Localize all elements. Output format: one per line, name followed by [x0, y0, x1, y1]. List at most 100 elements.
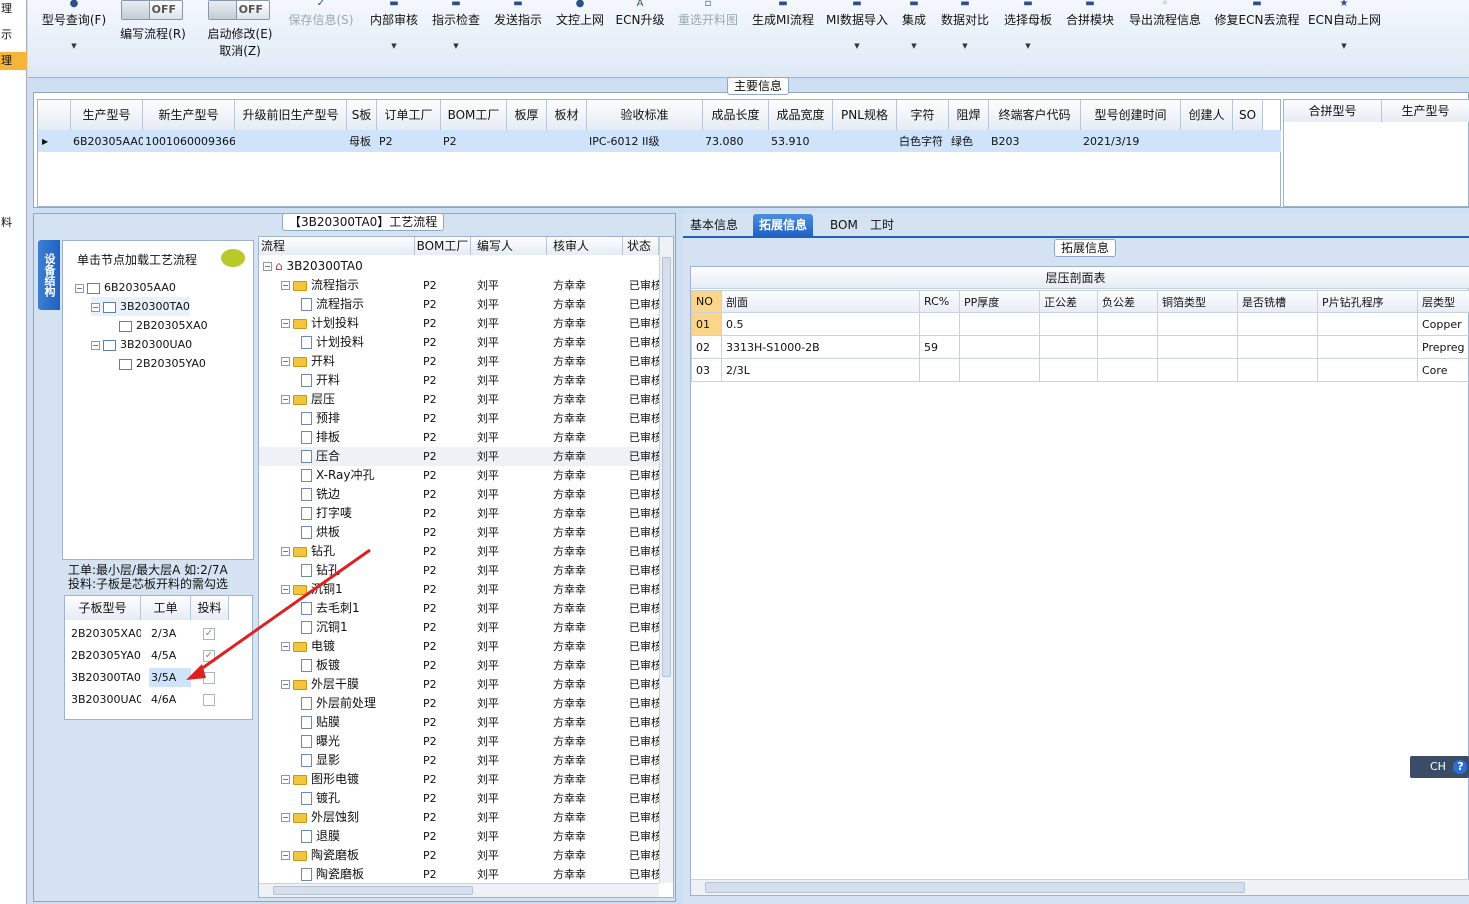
- bom-factory-cell[interactable]: P2: [421, 789, 481, 808]
- reviewer-cell[interactable]: 方幸幸: [551, 409, 611, 428]
- help-icon[interactable]: ?: [1453, 760, 1468, 774]
- writer-cell[interactable]: 刘平: [475, 732, 535, 751]
- production-model-header[interactable]: 生产型号: [71, 100, 143, 130]
- bom-factory-cell[interactable]: P2: [421, 675, 481, 694]
- bom-factory-cell[interactable]: P2: [421, 333, 481, 352]
- reviewer-cell[interactable]: 方幸幸: [551, 523, 611, 542]
- writer-column-header[interactable]: 编写人: [471, 237, 547, 255]
- flow-root[interactable]: − ⌂ 3B20300TA0: [263, 257, 363, 276]
- table-row[interactable]: 02 3313H-S1000-2B 59 Prepreg: [691, 335, 1469, 359]
- character-header[interactable]: 字符: [897, 100, 949, 130]
- production-model-header[interactable]: 生产型号: [1382, 100, 1469, 122]
- lamination-cell[interactable]: [1237, 335, 1318, 359]
- reviewer-cell[interactable]: 方幸幸: [551, 599, 611, 618]
- cancel-button[interactable]: 取消(Z): [200, 43, 280, 61]
- flow-step-node[interactable]: 预排: [301, 409, 340, 428]
- finished-length-cell[interactable]: 73.080: [703, 132, 769, 151]
- bom-factory-cell[interactable]: P2: [421, 656, 481, 675]
- pnl-spec-header[interactable]: PNL规格: [833, 100, 897, 130]
- flow-step-node[interactable]: 开料: [301, 371, 340, 390]
- lamination-header[interactable]: 负公差: [1097, 290, 1158, 313]
- reviewer-cell[interactable]: 方幸幸: [551, 694, 611, 713]
- bom-factory-header[interactable]: BOM工厂: [441, 100, 507, 130]
- pnl-spec-cell[interactable]: [833, 132, 897, 151]
- lamination-cell[interactable]: 3313H-S1000-2B: [721, 335, 920, 359]
- so-header[interactable]: SO: [1233, 100, 1263, 130]
- lamination-cell[interactable]: 01: [691, 312, 722, 336]
- flow-vertical-scrollbar[interactable]: [659, 237, 673, 883]
- flow-step-node[interactable]: 退膜: [301, 827, 340, 846]
- reviewer-cell[interactable]: 方幸幸: [551, 561, 611, 580]
- lamination-cell[interactable]: [1317, 358, 1418, 382]
- start-modify-button[interactable]: 启动修改(E): [200, 26, 280, 44]
- board-thickness-header[interactable]: 板厚: [507, 100, 547, 130]
- reviewer-cell[interactable]: 方幸幸: [551, 789, 611, 808]
- bom-factory-cell[interactable]: P2: [421, 466, 481, 485]
- lamination-header[interactable]: 铜箔类型: [1157, 290, 1238, 313]
- bom-factory-cell[interactable]: P2: [421, 276, 481, 295]
- acceptance-standard-header[interactable]: 验收标准: [587, 100, 703, 130]
- status-cell[interactable]: 已审核: [627, 314, 659, 333]
- writer-cell[interactable]: 刘平: [475, 751, 535, 770]
- flow-step-node[interactable]: 镀孔: [301, 789, 340, 808]
- status-cell[interactable]: 已审核: [627, 675, 659, 694]
- lamination-header[interactable]: 是否铣槽: [1237, 290, 1318, 313]
- writer-cell[interactable]: 刘平: [475, 827, 535, 846]
- solder-mask-cell[interactable]: 绿色: [949, 132, 989, 151]
- lamination-cell[interactable]: [1157, 335, 1238, 359]
- lamination-cell[interactable]: [959, 312, 1040, 336]
- status-cell[interactable]: 已审核: [627, 751, 659, 770]
- bom-factory-cell[interactable]: P2: [421, 561, 481, 580]
- status-cell[interactable]: 已审核: [627, 732, 659, 751]
- reviewer-cell[interactable]: 方幸幸: [551, 428, 611, 447]
- writer-cell[interactable]: 刘平: [475, 314, 535, 333]
- reviewer-cell[interactable]: 方幸幸: [551, 333, 611, 352]
- creator-header[interactable]: 创建人: [1181, 100, 1233, 130]
- reviewer-cell[interactable]: 方幸幸: [551, 808, 611, 827]
- lamination-header[interactable]: 剖面: [721, 290, 920, 313]
- status-cell[interactable]: 已审核: [627, 789, 659, 808]
- reviewer-cell[interactable]: 方幸幸: [551, 314, 611, 333]
- tab-basic-info[interactable]: 基本信息: [684, 214, 744, 236]
- flow-step-node[interactable]: 压合: [301, 447, 340, 466]
- lamination-cell[interactable]: [1237, 358, 1318, 382]
- scroll-thumb[interactable]: [662, 257, 671, 677]
- reviewer-cell[interactable]: 方幸幸: [551, 732, 611, 751]
- bom-factory-cell[interactable]: P2: [421, 523, 481, 542]
- status-cell[interactable]: 已审核: [627, 770, 659, 789]
- writer-cell[interactable]: 刘平: [475, 428, 535, 447]
- table-row[interactable]: 03 2/3L Core: [691, 358, 1469, 382]
- status-cell[interactable]: 已审核: [627, 523, 659, 542]
- device-structure-tab[interactable]: 设备结构: [38, 240, 60, 310]
- bom-factory-cell[interactable]: P2: [421, 504, 481, 523]
- s-board-header[interactable]: S板: [347, 100, 377, 130]
- data-compare-button[interactable]: ▬ 数据对比 ▼: [938, 0, 992, 78]
- lamination-cell[interactable]: [959, 358, 1040, 382]
- lamination-cell[interactable]: [1317, 335, 1418, 359]
- lamination-cell[interactable]: Core: [1417, 358, 1469, 382]
- reviewer-cell[interactable]: 方幸幸: [551, 371, 611, 390]
- flow-step-node[interactable]: 贴膜: [301, 713, 340, 732]
- bom-factory-cell[interactable]: P2: [421, 447, 481, 466]
- writer-cell[interactable]: 刘平: [475, 466, 535, 485]
- reviewer-cell[interactable]: 方幸幸: [551, 751, 611, 770]
- tab-ext-info[interactable]: 拓展信息: [753, 214, 814, 236]
- reviewer-cell[interactable]: 方幸幸: [551, 580, 611, 599]
- flow-step-node[interactable]: 铣边: [301, 485, 340, 504]
- merge-module-button[interactable]: ▬ 合拼模块: [1062, 0, 1118, 78]
- flow-folder-node[interactable]: − 开料: [281, 352, 335, 371]
- status-cell[interactable]: 已审核: [627, 808, 659, 827]
- lamination-cell[interactable]: [1157, 312, 1238, 336]
- writer-cell[interactable]: 刘平: [475, 295, 535, 314]
- finished-width-cell[interactable]: 53.910: [769, 132, 833, 151]
- writer-cell[interactable]: 刘平: [475, 789, 535, 808]
- bom-factory-cell[interactable]: P2: [421, 713, 481, 732]
- bom-factory-cell[interactable]: P2: [421, 314, 481, 333]
- new-production-model-header[interactable]: 新生产型号: [143, 100, 235, 130]
- flow-column-header[interactable]: 流程: [259, 237, 415, 255]
- edit-flow-toggle[interactable]: OFF: [121, 0, 183, 20]
- status-cell[interactable]: 已审核: [627, 542, 659, 561]
- left-nav-item[interactable]: 理: [0, 0, 27, 18]
- finished-length-header[interactable]: 成品长度: [703, 100, 769, 130]
- scroll-thumb[interactable]: [273, 886, 473, 895]
